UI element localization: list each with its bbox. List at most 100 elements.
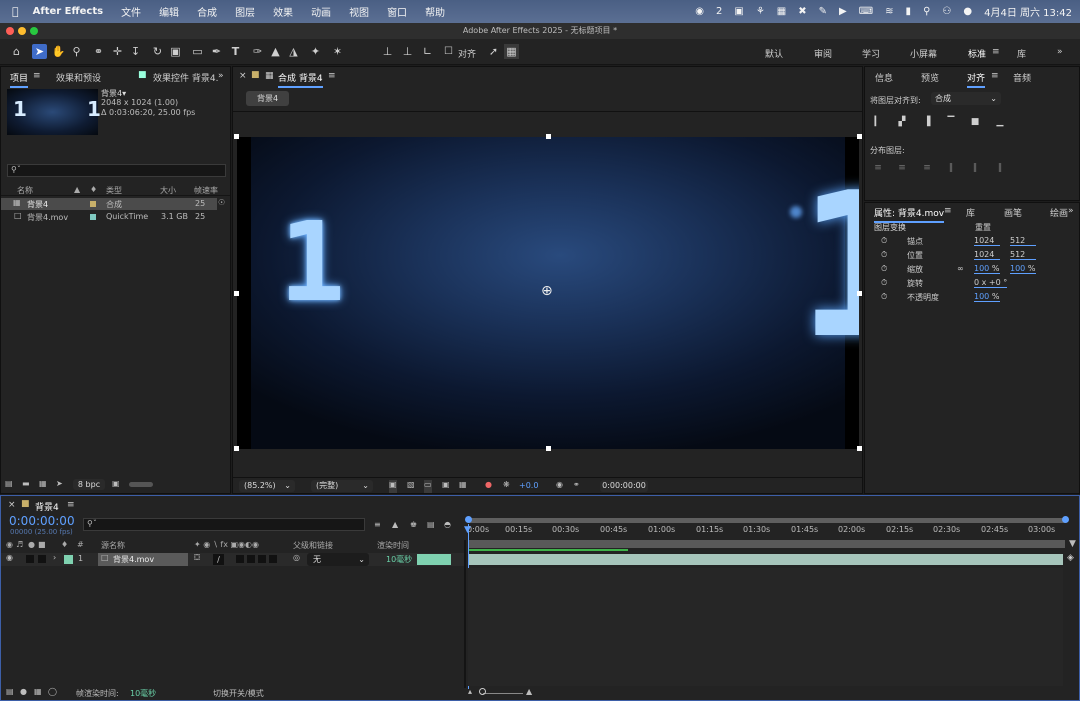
play-icon[interactable]: ▶: [839, 6, 847, 17]
column-size[interactable]: 大小: [160, 185, 176, 196]
flowchart-icon[interactable]: ☉: [218, 198, 225, 211]
anchor-y-value[interactable]: 512: [1010, 236, 1036, 246]
workspace-default[interactable]: 默认: [765, 47, 783, 60]
stopwatch-icon[interactable]: ⏱: [881, 236, 887, 246]
toggle-render-time-icon[interactable]: ◯: [48, 687, 57, 700]
navigator-end-handle[interactable]: [1062, 516, 1069, 523]
timeline-search-input[interactable]: ⚲ˇ: [83, 518, 365, 531]
workspace-standard[interactable]: 标准: [968, 47, 986, 60]
dolly-camera-icon[interactable]: ↧: [128, 44, 143, 59]
comp-marker-icon[interactable]: ▼: [1069, 539, 1076, 549]
workspace-library[interactable]: 库: [1017, 47, 1026, 60]
layer-visibility-icon[interactable]: ◉: [6, 553, 13, 566]
parent-pickwhip-icon[interactable]: ◎: [293, 553, 300, 566]
view-axis-icon[interactable]: ∟: [420, 44, 435, 59]
current-time-indicator-head[interactable]: ▼: [464, 525, 471, 535]
resolution-dropdown[interactable]: (完整) ⌄: [311, 480, 373, 492]
distribute-bottom-icon[interactable]: ≡: [922, 163, 932, 173]
orbit-camera-icon[interactable]: ⚭: [91, 44, 106, 59]
tab-paint[interactable]: 绘画: [1050, 206, 1068, 219]
show-snapshot-icon[interactable]: ⚭: [573, 480, 580, 493]
wechat-icon[interactable]: ◉: [695, 6, 704, 17]
zoom-slider-thumb[interactable]: [479, 688, 486, 695]
briefcase-icon[interactable]: ▦: [777, 6, 786, 17]
tab-effect-controls[interactable]: 效果控件 背景4.: [153, 71, 218, 84]
apple-icon[interactable]: : [12, 5, 19, 18]
puppet-pin-icon[interactable]: ✶: [330, 44, 345, 59]
align-menu-icon[interactable]: ≡: [991, 71, 999, 81]
constrain-proportions-icon[interactable]: ∞: [957, 264, 964, 273]
distribute-vcenter-icon[interactable]: ≡: [897, 163, 907, 173]
tab-library[interactable]: 库: [966, 206, 975, 219]
layer-audio-toggle[interactable]: [26, 555, 34, 563]
window-minimize-button[interactable]: [18, 27, 26, 35]
time-navigator[interactable]: [467, 518, 1067, 523]
keyboard-icon[interactable]: ⌨: [859, 6, 873, 17]
scale-x-field[interactable]: 100 %: [974, 264, 1000, 274]
column-type[interactable]: 类型: [106, 185, 122, 196]
current-time[interactable]: 0:00:00:00: [9, 514, 75, 528]
new-folder-icon[interactable]: ▬: [22, 479, 30, 492]
reset-exposure-icon[interactable]: ❋: [503, 480, 510, 493]
workspace-small-screen[interactable]: 小屏幕: [910, 47, 937, 60]
pan-camera-icon[interactable]: ✛: [110, 44, 125, 59]
layer-expand-chevron-icon[interactable]: ›: [53, 553, 56, 566]
rotation-tool-icon[interactable]: ↻: [150, 44, 165, 59]
comp-flow-button[interactable]: 背景4: [246, 91, 289, 106]
snapshot-icon[interactable]: ◉: [556, 480, 563, 493]
bpc-button[interactable]: 8 bpc: [73, 479, 105, 490]
column-source-name[interactable]: 源名称: [101, 540, 125, 551]
reset-button[interactable]: 重置: [975, 222, 991, 233]
eraser-tool-icon[interactable]: ◮: [286, 44, 301, 59]
tab-audio[interactable]: 音频: [1013, 71, 1031, 84]
calendar-icon[interactable]: ▣: [734, 6, 743, 17]
tools-icon[interactable]: ✖: [798, 6, 806, 17]
timeline-menu-icon[interactable]: ≡: [67, 500, 75, 510]
control-center-icon[interactable]: ⚇: [942, 6, 951, 17]
navigator-start-handle[interactable]: [465, 516, 472, 523]
toggle-in-out-icon[interactable]: ▦: [34, 687, 42, 700]
selection-tool-icon[interactable]: ➤: [32, 44, 47, 59]
layer-end-marker-icon[interactable]: ◈: [1067, 553, 1074, 563]
layer-label-swatch[interactable]: [64, 555, 73, 564]
local-axis-icon[interactable]: ⊥: [400, 44, 415, 59]
motion-blur-switch[interactable]: [247, 555, 255, 563]
draft-3d-icon[interactable]: ▲: [392, 520, 398, 533]
align-top-icon[interactable]: ▔: [946, 117, 956, 127]
tab-project[interactable]: 项目: [10, 71, 29, 88]
shy-layers-icon[interactable]: ♚: [410, 520, 417, 533]
rectangle-tool-icon[interactable]: ▭: [190, 44, 205, 59]
clone-stamp-icon[interactable]: ▲: [268, 44, 283, 59]
menu-animation[interactable]: 动画: [311, 4, 331, 19]
align-left-icon[interactable]: ▎: [873, 117, 883, 127]
column-name[interactable]: 名称: [17, 185, 33, 196]
trash-icon[interactable]: ▣: [112, 479, 120, 492]
workspace-overflow-icon[interactable]: »: [1057, 47, 1063, 57]
column-render-time[interactable]: 渲染时间: [377, 540, 409, 551]
position-x-value[interactable]: 1024: [974, 250, 1000, 260]
transform-handle-tr[interactable]: [857, 134, 862, 139]
transform-handle-br[interactable]: [857, 446, 862, 451]
snap-grid-icon[interactable]: ▦: [504, 44, 519, 59]
tab-info[interactable]: 信息: [875, 71, 893, 84]
timeline-zoom-slider[interactable]: [483, 693, 523, 694]
layer-duration-bar[interactable]: [468, 554, 1063, 565]
stopwatch-icon[interactable]: ⏱: [881, 292, 887, 302]
search-icon[interactable]: ⚲: [923, 6, 930, 17]
tab-align[interactable]: 对齐: [967, 71, 986, 88]
distribute-left-icon[interactable]: ‖: [946, 163, 956, 173]
menu-app-name[interactable]: After Effects: [33, 6, 103, 17]
toggle-modes-icon[interactable]: ●: [20, 687, 27, 700]
workspace-review[interactable]: 审阅: [814, 47, 832, 60]
comp-menu-icon[interactable]: ≡: [328, 71, 336, 81]
collapse-transform-icon[interactable]: ⛋: [194, 553, 200, 566]
type-tool-icon[interactable]: T: [228, 44, 243, 59]
transform-handle-bl[interactable]: [234, 446, 239, 451]
snap-option-icon[interactable]: ➚: [486, 44, 501, 59]
toggle-switches-icon[interactable]: ▤: [6, 687, 14, 700]
layer-name-cell[interactable]: □ 背景4.mov: [98, 553, 188, 566]
layer-row[interactable]: ◉ › 1 □ 背景4.mov ⛋ ∕ ◎ 无 ⌄ 10毫秒: [1, 553, 464, 566]
snap-checkbox[interactable]: ☐: [441, 44, 456, 59]
time-ruler[interactable]: 0:00s 00:15s 00:30s 00:45s 01:00s 01:15s…: [467, 525, 1067, 539]
position-y-value[interactable]: 512: [1010, 250, 1036, 260]
